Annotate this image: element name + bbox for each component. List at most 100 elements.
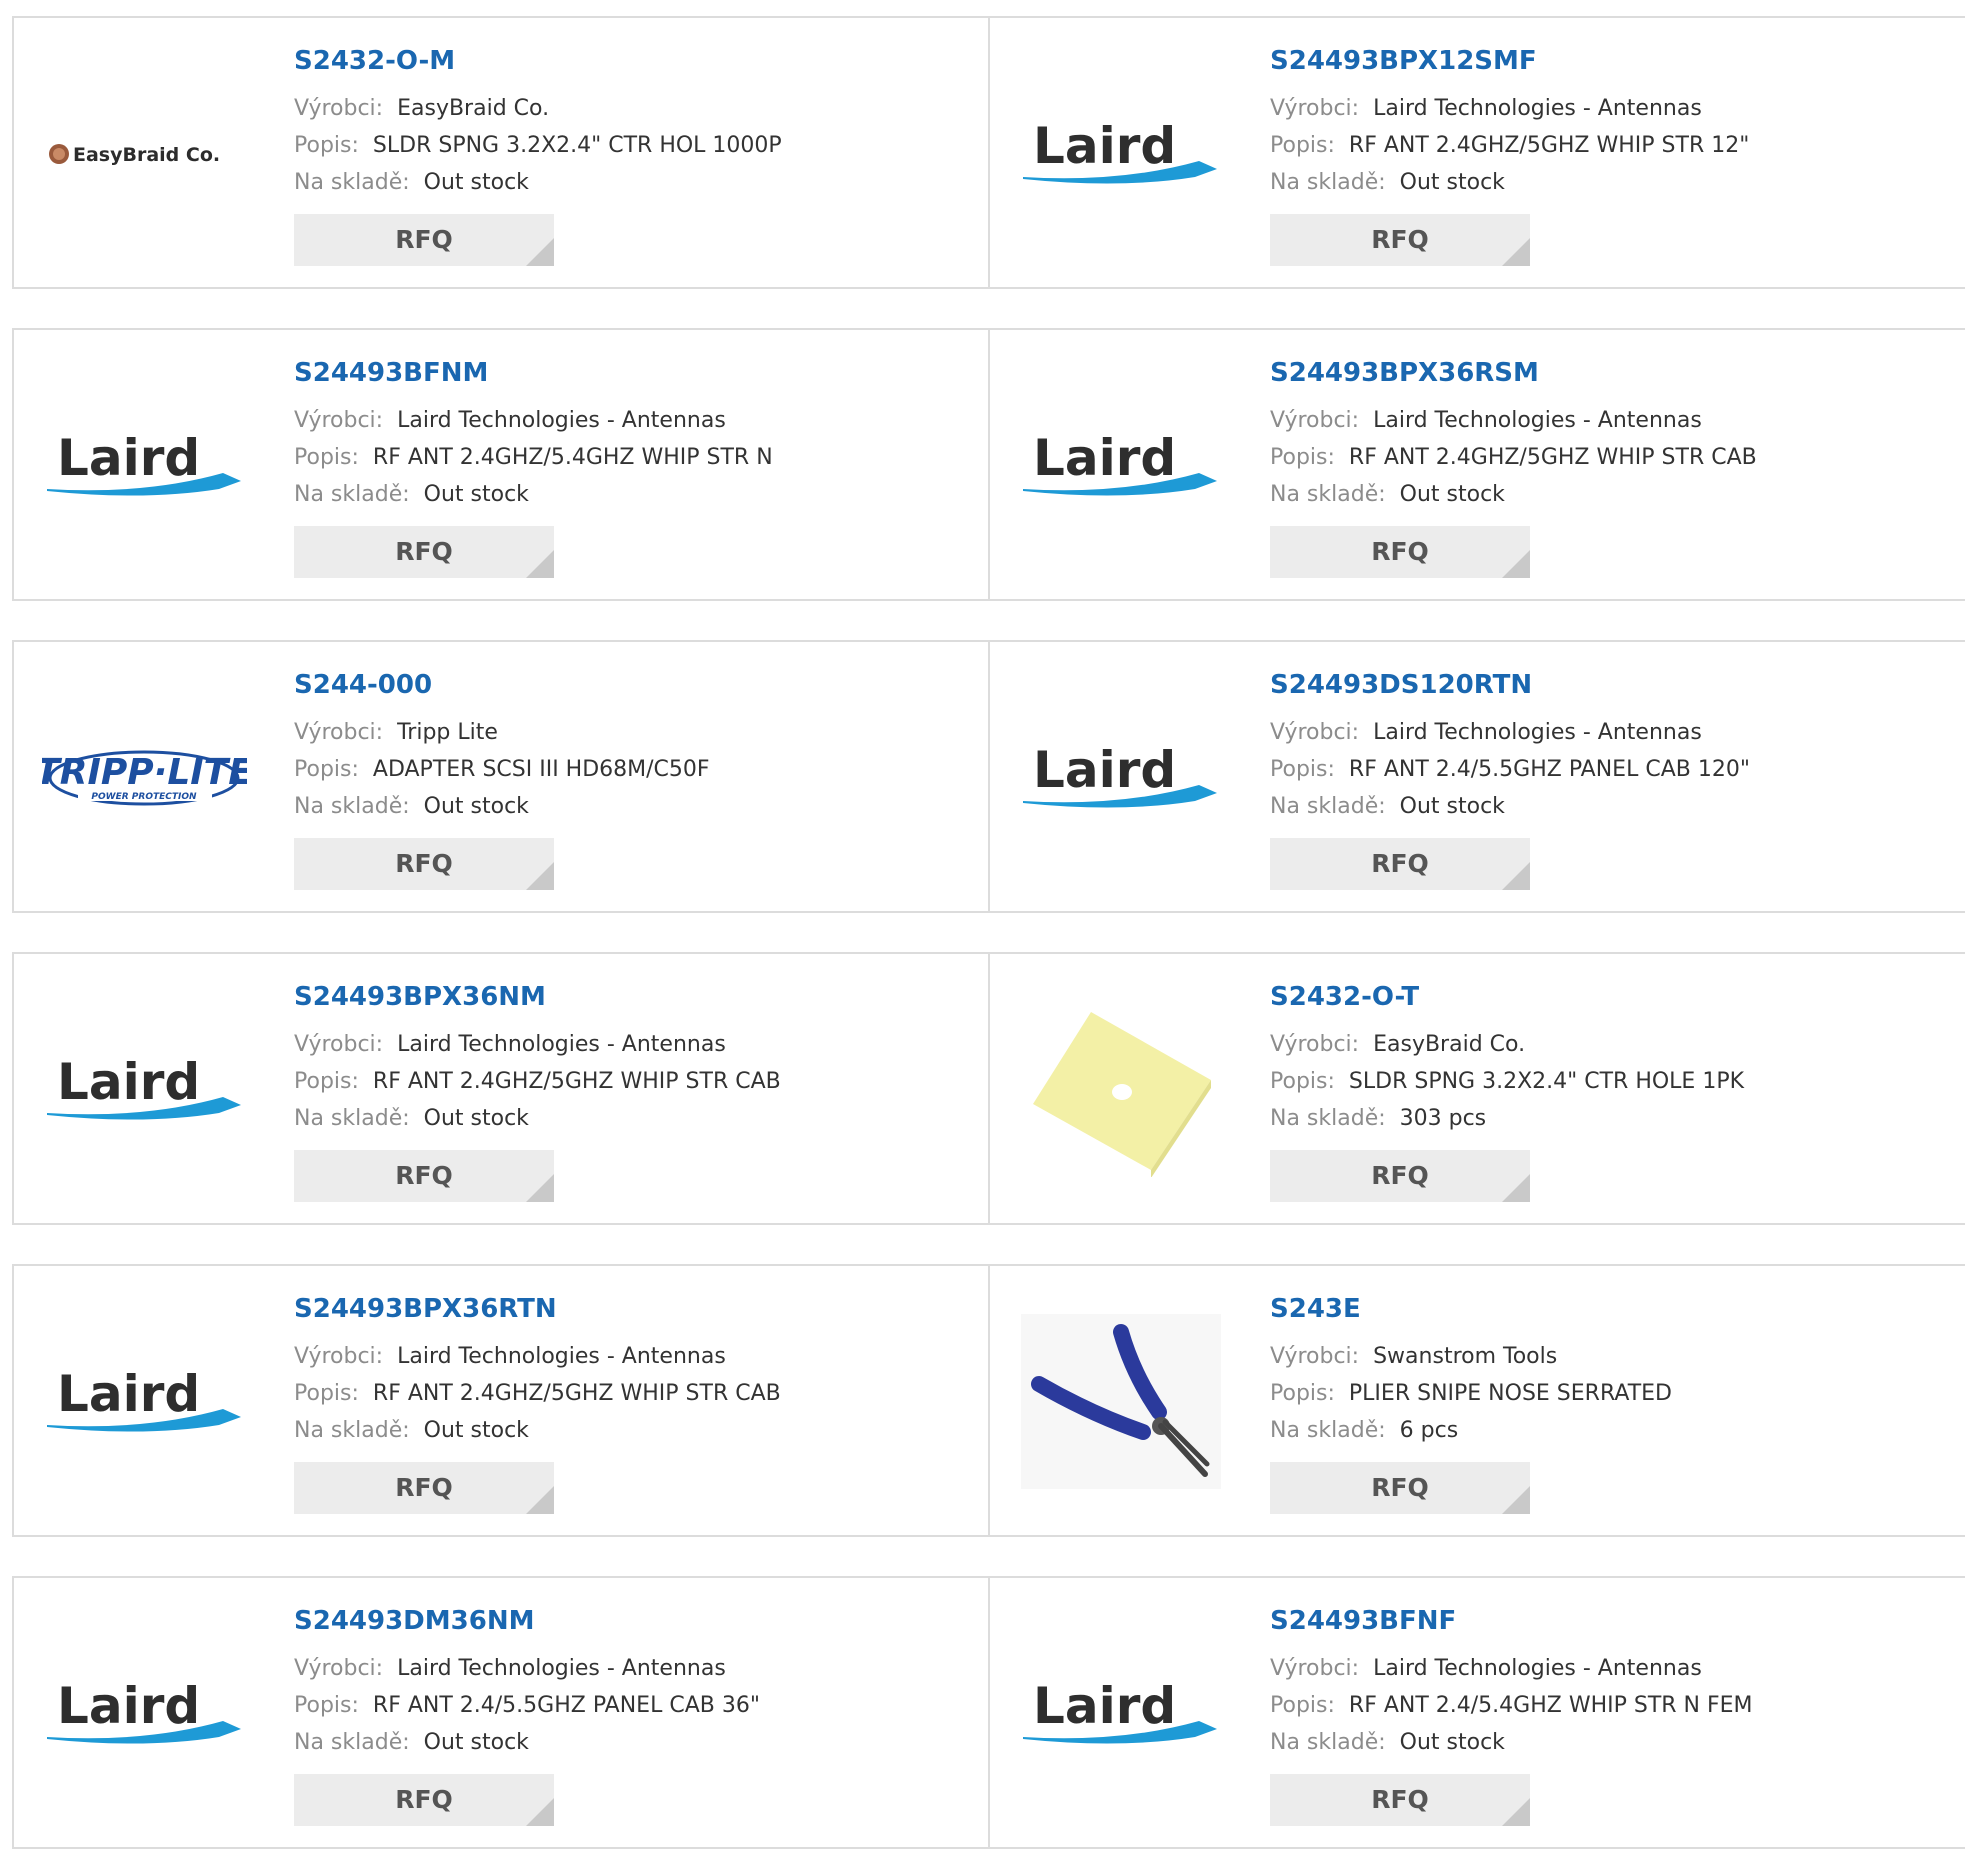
- description-line: Popis: PLIER SNIPE NOSE SERRATED: [1270, 1375, 1672, 1412]
- description-line: Popis: ADAPTER SCSI III HD68M/C50F: [294, 751, 710, 788]
- rfq-button[interactable]: RFQ: [1270, 1150, 1530, 1202]
- part-number-link[interactable]: S24493BPX36RSM: [1270, 358, 1757, 388]
- product-info: S24493BPX36RTN Výrobci: Laird Technologie…: [294, 1294, 781, 1514]
- part-number-link[interactable]: S24493BPX12SMF: [1270, 46, 1749, 76]
- laird-logo[interactable]: Laird: [1018, 1626, 1223, 1801]
- manufacturer-label: Výrobci:: [294, 96, 384, 121]
- manufacturer-line: Výrobci: Laird Technologies - Antennas: [294, 1026, 781, 1063]
- description-label: Popis:: [1270, 757, 1335, 782]
- product-info: S24493BFNM Výrobci: Laird Technologies - …: [294, 358, 773, 578]
- part-number-link[interactable]: S24493DM36NM: [294, 1606, 760, 1636]
- laird-logo[interactable]: Laird: [42, 1002, 247, 1177]
- tripp-lite-logo[interactable]: TRIPP·LITE POWER PROTECTION: [42, 690, 247, 865]
- stock-line: Na skladě: Out stock: [294, 164, 782, 201]
- easybraid-logo[interactable]: EasyBraid Co.: [42, 66, 247, 241]
- laird-logo[interactable]: Laird: [1018, 66, 1223, 241]
- manufacturer-value: Tripp Lite: [397, 720, 498, 745]
- pliers-image[interactable]: [1018, 1314, 1223, 1489]
- product-card: Laird S24493BPX36RTN Výrobci: Laird Techn…: [12, 1266, 990, 1535]
- corner-triangle-icon: [1502, 1486, 1530, 1514]
- rfq-button[interactable]: RFQ: [1270, 214, 1530, 266]
- sponge-image[interactable]: [1018, 1002, 1223, 1177]
- stock-label: Na skladě:: [1270, 1418, 1386, 1443]
- laird-logo[interactable]: Laird: [1018, 690, 1223, 865]
- manufacturer-line: Výrobci: EasyBraid Co.: [1270, 1026, 1744, 1063]
- corner-triangle-icon: [526, 1486, 554, 1514]
- rfq-label: RFQ: [1371, 537, 1429, 566]
- part-number-link[interactable]: S243E: [1270, 1294, 1672, 1324]
- rfq-button[interactable]: RFQ: [1270, 1462, 1530, 1514]
- description-value: SLDR SPNG 3.2X2.4" CTR HOL 1000P: [372, 133, 782, 158]
- manufacturer-label: Výrobci:: [294, 408, 384, 433]
- stock-value: Out stock: [423, 794, 529, 819]
- laird-logo[interactable]: Laird: [42, 378, 247, 553]
- manufacturer-line: Výrobci: Laird Technologies - Antennas: [294, 1338, 781, 1375]
- stock-line: Na skladě: 303 pcs: [1270, 1100, 1744, 1137]
- stock-value: 303 pcs: [1399, 1106, 1487, 1131]
- manufacturer-label: Výrobci:: [1270, 1656, 1360, 1681]
- rfq-button[interactable]: RFQ: [294, 1150, 554, 1202]
- rfq-button[interactable]: RFQ: [1270, 526, 1530, 578]
- stock-line: Na skladě: Out stock: [1270, 1724, 1753, 1761]
- part-number-link[interactable]: S244-000: [294, 670, 710, 700]
- stock-value: 6 pcs: [1399, 1418, 1459, 1443]
- product-card: TRIPP·LITE POWER PROTECTION S244-000 Výr…: [12, 642, 990, 911]
- stock-label: Na skladě:: [294, 1730, 410, 1755]
- rfq-button[interactable]: RFQ: [1270, 1774, 1530, 1826]
- part-number-link[interactable]: S24493BPX36NM: [294, 982, 781, 1012]
- manufacturer-label: Výrobci:: [1270, 1032, 1360, 1057]
- svg-text:TRIPP·LITE: TRIPP·LITE: [42, 752, 247, 793]
- part-number-link[interactable]: S24493BFNF: [1270, 1606, 1753, 1636]
- laird-logo[interactable]: Laird: [42, 1626, 247, 1801]
- stock-label: Na skladě:: [294, 170, 410, 195]
- product-info: S24493DM36NM Výrobci: Laird Technologies …: [294, 1606, 760, 1826]
- description-value: RF ANT 2.4GHZ/5GHZ WHIP STR CAB: [372, 1381, 781, 1406]
- rfq-button[interactable]: RFQ: [294, 1774, 554, 1826]
- laird-logo[interactable]: Laird: [1018, 378, 1223, 553]
- manufacturer-value: Laird Technologies - Antennas: [397, 1344, 726, 1369]
- stock-value: Out stock: [1399, 1730, 1505, 1755]
- corner-triangle-icon: [526, 1174, 554, 1202]
- rfq-button[interactable]: RFQ: [294, 214, 554, 266]
- svg-text:POWER PROTECTION: POWER PROTECTION: [91, 792, 197, 802]
- rfq-button[interactable]: RFQ: [294, 1462, 554, 1514]
- part-number-link[interactable]: S24493DS120RTN: [1270, 670, 1750, 700]
- description-label: Popis:: [294, 445, 359, 470]
- rfq-label: RFQ: [395, 849, 453, 878]
- manufacturer-label: Výrobci:: [1270, 96, 1360, 121]
- description-label: Popis:: [294, 757, 359, 782]
- part-number-link[interactable]: S24493BPX36RTN: [294, 1294, 781, 1324]
- description-value: RF ANT 2.4GHZ/5GHZ WHIP STR 12": [1348, 133, 1750, 158]
- product-card: Laird S24493BPX12SMF Výrobci: Laird Techn…: [990, 18, 1965, 287]
- rfq-button[interactable]: RFQ: [1270, 838, 1530, 890]
- product-row: Laird S24493DM36NM Výrobci: Laird Technol…: [12, 1576, 1965, 1849]
- rfq-button[interactable]: RFQ: [294, 838, 554, 890]
- description-label: Popis:: [294, 1693, 359, 1718]
- description-line: Popis: SLDR SPNG 3.2X2.4" CTR HOL 1000P: [294, 127, 782, 164]
- description-value: SLDR SPNG 3.2X2.4" CTR HOLE 1PK: [1348, 1069, 1745, 1094]
- corner-triangle-icon: [526, 238, 554, 266]
- product-row: Laird S24493BPX36NM Výrobci: Laird Techno…: [12, 952, 1965, 1225]
- product-row: EasyBraid Co. S2432-O-M Výrobci: EasyBrai…: [12, 16, 1965, 289]
- description-line: Popis: RF ANT 2.4GHZ/5GHZ WHIP STR CAB: [294, 1375, 781, 1412]
- description-value: RF ANT 2.4/5.5GHZ PANEL CAB 36": [372, 1693, 760, 1718]
- laird-logo[interactable]: Laird: [42, 1314, 247, 1489]
- stock-value: Out stock: [423, 1418, 529, 1443]
- stock-label: Na skladě:: [1270, 794, 1386, 819]
- product-card: Laird S24493BPX36NM Výrobci: Laird Techno…: [12, 954, 990, 1223]
- product-card: EasyBraid Co. S2432-O-M Výrobci: EasyBrai…: [12, 18, 990, 287]
- rfq-label: RFQ: [1371, 1473, 1429, 1502]
- svg-text:Laird: Laird: [1033, 1679, 1176, 1735]
- manufacturer-label: Výrobci:: [1270, 1344, 1360, 1369]
- part-number-link[interactable]: S24493BFNM: [294, 358, 773, 388]
- rfq-label: RFQ: [395, 1161, 453, 1190]
- manufacturer-line: Výrobci: Swanstrom Tools: [1270, 1338, 1672, 1375]
- rfq-button[interactable]: RFQ: [294, 526, 554, 578]
- product-card: S243E Výrobci: Swanstrom Tools Popis: PLIE…: [990, 1266, 1965, 1535]
- part-number-link[interactable]: S2432-O-M: [294, 46, 782, 76]
- manufacturer-label: Výrobci:: [294, 1032, 384, 1057]
- part-number-link[interactable]: S2432-O-T: [1270, 982, 1744, 1012]
- corner-triangle-icon: [1502, 550, 1530, 578]
- manufacturer-value: Laird Technologies - Antennas: [1373, 96, 1702, 121]
- description-value: RF ANT 2.4GHZ/5GHZ WHIP STR CAB: [372, 1069, 781, 1094]
